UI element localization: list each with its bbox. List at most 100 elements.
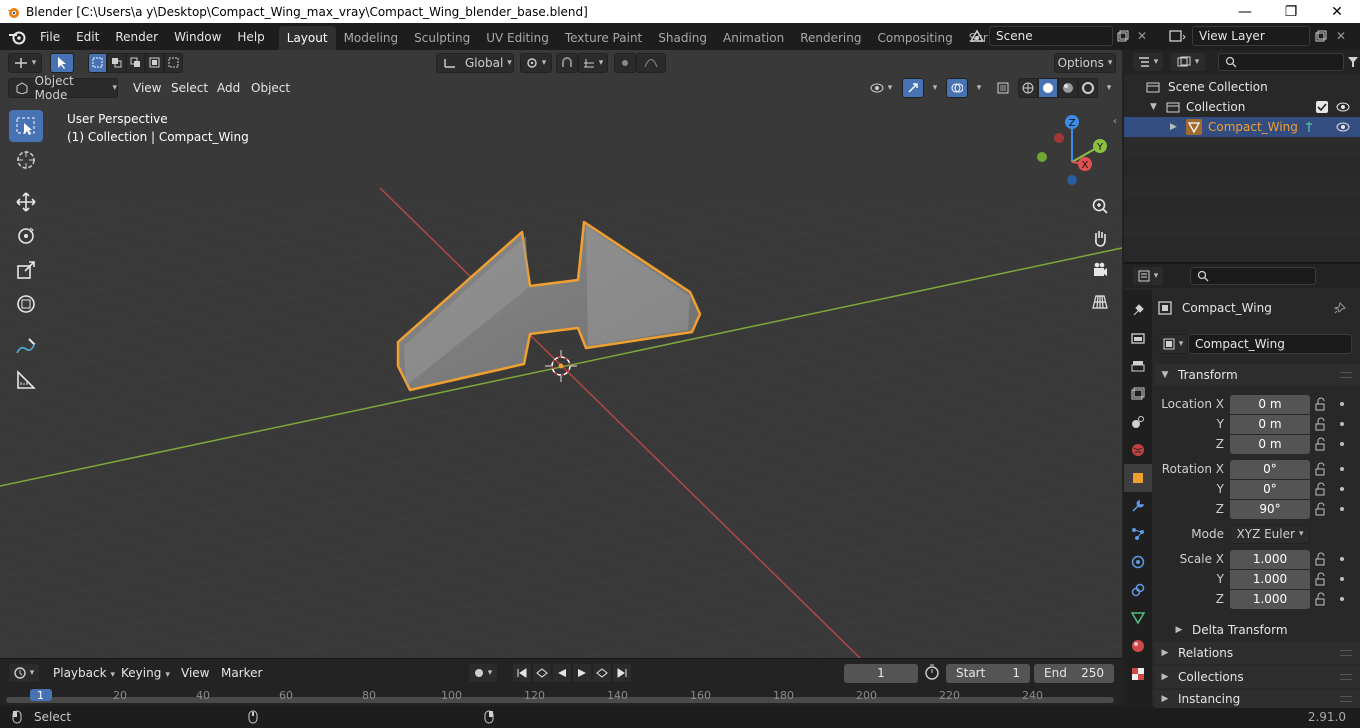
blender-menu-icon[interactable]	[8, 28, 32, 46]
outliner-display-mode-button[interactable]	[1170, 52, 1206, 72]
rotation-y-field[interactable]: 0°	[1230, 479, 1310, 499]
new-scene-icon[interactable]	[1113, 30, 1133, 42]
object-visibility-eye-icon[interactable]	[1336, 122, 1350, 132]
location-z-keyframe-dot[interactable]	[1340, 442, 1344, 446]
tab-view-layer[interactable]	[1124, 380, 1152, 408]
snap-toggle-icon[interactable]	[556, 52, 578, 73]
tab-data[interactable]	[1124, 604, 1152, 632]
select-mode-subtract-icon[interactable]	[126, 52, 145, 73]
tab-tool[interactable]	[1124, 296, 1152, 324]
outliner-collection[interactable]: ▼ Collection	[1124, 97, 1360, 117]
tab-particles[interactable]	[1124, 520, 1152, 548]
timeline-menu-keying[interactable]: Keying	[114, 663, 177, 683]
instancing-section-header[interactable]: ▶ Instancing	[1154, 690, 1360, 708]
timeline-menu-marker[interactable]: Marker	[214, 663, 269, 683]
tool-rotate[interactable]	[9, 220, 43, 252]
tab-texture[interactable]	[1124, 660, 1152, 688]
scale-z-lock-icon[interactable]	[1314, 592, 1328, 606]
tab-texture-paint[interactable]: Texture Paint	[557, 26, 650, 50]
tab-constraints[interactable]	[1124, 576, 1152, 604]
menu-window[interactable]: Window	[166, 26, 229, 48]
play-icon[interactable]	[572, 663, 592, 683]
outliner-scene-collection[interactable]: Scene Collection	[1124, 77, 1360, 97]
select-tool-button[interactable]	[50, 52, 74, 73]
auto-keying-button[interactable]	[468, 663, 498, 683]
transform-grip-icon[interactable]	[1340, 372, 1352, 378]
viewport-menu-select[interactable]: Select	[164, 78, 215, 98]
visibility-dropdown[interactable]	[866, 78, 896, 98]
scale-z-field[interactable]: 1.000	[1230, 589, 1310, 609]
location-y-keyframe-dot[interactable]	[1340, 422, 1344, 426]
jump-keyframe-back-icon[interactable]	[532, 663, 552, 683]
overlays-toggle-icon[interactable]	[946, 77, 968, 98]
view-layer-icon[interactable]	[1162, 29, 1192, 43]
viewport-menu-object[interactable]: Object	[244, 78, 297, 98]
current-frame-field[interactable]: 1	[844, 663, 918, 683]
delta-transform-section-header[interactable]: ▶ Delta Transform	[1154, 619, 1360, 641]
gizmo-dropdown[interactable]	[924, 78, 942, 98]
shading-solid-icon[interactable]	[1038, 77, 1058, 98]
scale-z-keyframe-dot[interactable]	[1340, 597, 1344, 601]
object-browse-button[interactable]	[1158, 334, 1188, 354]
select-mode-intersect-icon[interactable]	[164, 52, 183, 73]
select-mode-extend-icon[interactable]	[107, 52, 126, 73]
outliner-object-compact-wing[interactable]: ▶ Compact_Wing	[1124, 117, 1360, 137]
tool-scale[interactable]	[9, 254, 43, 286]
collection-expand-icon[interactable]: ▼	[1150, 102, 1164, 112]
play-reverse-icon[interactable]	[552, 663, 572, 683]
shading-material-icon[interactable]	[1058, 77, 1078, 98]
tab-physics[interactable]	[1124, 548, 1152, 576]
shading-dropdown[interactable]	[1098, 78, 1116, 98]
shading-wireframe-icon[interactable]	[1018, 77, 1038, 98]
start-frame-field[interactable]: Start 1	[946, 663, 1030, 683]
maximize-button[interactable]: ❐	[1268, 0, 1314, 23]
minimize-button[interactable]: —	[1222, 0, 1268, 23]
select-mode-new-icon[interactable]	[88, 52, 107, 73]
collection-checkbox[interactable]	[1316, 101, 1328, 113]
viewport-menu-add[interactable]: Add	[210, 78, 247, 98]
gizmo-neg-z-icon[interactable]	[1067, 175, 1077, 185]
gizmo-neg-x-icon[interactable]	[1054, 133, 1064, 143]
object-expand-icon[interactable]: ▶	[1170, 122, 1184, 132]
tab-material[interactable]	[1124, 632, 1152, 660]
instancing-grip-icon[interactable]	[1340, 696, 1352, 702]
tab-output[interactable]	[1124, 352, 1152, 380]
rotation-x-field[interactable]: 0°	[1230, 459, 1310, 479]
location-y-lock-icon[interactable]	[1314, 417, 1328, 431]
rotation-y-keyframe-dot[interactable]	[1340, 487, 1344, 491]
timeline-menu-playback[interactable]: Playback	[46, 663, 122, 683]
rotation-mode-dropdown[interactable]: XYZ Euler	[1230, 524, 1310, 544]
menu-file[interactable]: File	[32, 26, 68, 48]
delete-view-layer-icon[interactable]: ✕	[1332, 29, 1350, 43]
tab-compositing[interactable]: Compositing	[869, 26, 960, 50]
tab-render[interactable]	[1124, 324, 1152, 352]
view-layer-field[interactable]: View Layer	[1192, 26, 1310, 46]
tab-shading[interactable]: Shading	[650, 26, 715, 50]
xray-toggle-icon[interactable]	[992, 78, 1014, 98]
scene-icon[interactable]	[965, 29, 989, 43]
tool-annotate[interactable]	[9, 330, 43, 362]
proportional-falloff-icon[interactable]	[636, 52, 666, 73]
viewport-menu-view[interactable]: View	[126, 78, 168, 98]
gizmo-neg-y-icon[interactable]	[1037, 152, 1047, 162]
rotation-y-lock-icon[interactable]	[1314, 482, 1328, 496]
jump-end-icon[interactable]	[612, 663, 632, 683]
filter-icon[interactable]	[1348, 56, 1358, 68]
modifier-wrench-icon[interactable]	[1304, 121, 1314, 133]
collections-section-header[interactable]: ▶ Collections	[1154, 666, 1360, 688]
properties-editor-type-button[interactable]	[1132, 266, 1164, 286]
tool-cursor[interactable]	[9, 144, 43, 176]
perspective-toggle-button[interactable]	[1086, 288, 1114, 316]
collection-visibility-eye-icon[interactable]	[1336, 102, 1350, 112]
tool-select-box[interactable]	[9, 110, 43, 142]
pan-button[interactable]	[1086, 224, 1114, 252]
tab-layout[interactable]: Layout	[278, 26, 336, 50]
rotation-x-lock-icon[interactable]	[1314, 462, 1328, 476]
scale-x-keyframe-dot[interactable]	[1340, 557, 1344, 561]
outliner-search-input[interactable]	[1218, 53, 1344, 71]
editor-type-button[interactable]	[8, 52, 42, 73]
scale-x-field[interactable]: 1.000	[1230, 549, 1310, 569]
zoom-button[interactable]	[1086, 192, 1114, 220]
tab-world[interactable]	[1124, 436, 1152, 464]
properties-search-input[interactable]	[1190, 267, 1316, 285]
